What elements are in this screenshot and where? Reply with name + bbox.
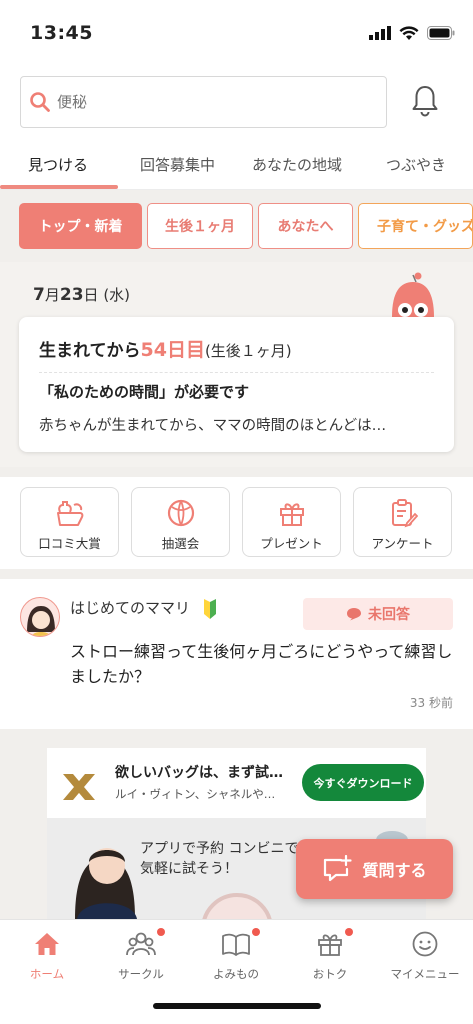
- search-bar[interactable]: [20, 76, 387, 128]
- survey-button[interactable]: アンケート: [353, 487, 452, 557]
- gift-icon: [279, 503, 304, 526]
- bottle-icon: [56, 501, 83, 526]
- chip-top-new[interactable]: トップ・新着: [19, 203, 142, 249]
- chip-seigo-1kagetsu[interactable]: 生後１ヶ月: [147, 203, 253, 249]
- chip-anata-he[interactable]: あなたへ: [258, 203, 353, 249]
- battery-icon: [427, 26, 455, 40]
- lottery-button[interactable]: 抽選会: [131, 487, 230, 557]
- chip-kosodate-goods[interactable]: 子育て・グッズ: [358, 203, 473, 249]
- status-bar: 13:45: [0, 0, 473, 62]
- date-section: 7月23日 (水) 生まれてから54日目(生後１ヶ月) 「私のための時間」が必要…: [0, 262, 473, 467]
- today-date: 7月23日 (水): [33, 285, 131, 305]
- circle-icon: [126, 932, 156, 956]
- mascot-icon: [392, 272, 434, 317]
- tab-mitsukeru[interactable]: 見つける: [28, 154, 88, 175]
- gift-icon: [318, 934, 342, 956]
- wifi-icon: [399, 26, 419, 40]
- present-button[interactable]: プレゼント: [242, 487, 341, 557]
- avatar: [20, 597, 60, 637]
- nav-circle[interactable]: サークル: [94, 928, 188, 988]
- question-username: はじめてのママリ: [70, 599, 191, 617]
- tab-kaito-boshu[interactable]: 回答募集中: [140, 154, 215, 175]
- tab-bar: 見つける 回答募集中 あなたの地域 つぶやき: [0, 154, 473, 190]
- nav-my-menu[interactable]: マイメニュー: [378, 928, 472, 988]
- question-item[interactable]: はじめてのママリ 未回答 ストロー練習って生後何ヶ月ごろにどうやって練習しました…: [0, 579, 473, 729]
- feature-buttons: 口コミ大賞 抽選会 プレゼント アンケート: [0, 477, 473, 569]
- survey-icon: [391, 499, 418, 528]
- ad-copy-line1: アプリで予約 コンビニで: [140, 841, 299, 857]
- question-text: ストロー練習って生後何ヶ月ごろにどうやって練習しましたか？: [70, 642, 453, 686]
- nav-home[interactable]: ホーム: [0, 928, 94, 988]
- ask-question-button[interactable]: 質問する: [296, 839, 453, 899]
- ad-copy-line2: 気軽に試そう！: [140, 861, 238, 877]
- nav-yomimono[interactable]: よみもの: [189, 928, 283, 988]
- question-timestamp: 33 秒前: [409, 696, 453, 710]
- ad-download-button[interactable]: 今すぐダウンロード: [302, 764, 424, 801]
- ad-logo: [63, 774, 95, 800]
- beginner-mark-icon: [204, 599, 216, 619]
- nav-otoku[interactable]: おトク: [283, 928, 377, 988]
- search-input[interactable]: [57, 77, 377, 127]
- notification-dot: [252, 928, 260, 936]
- category-chips: トップ・新着 生後１ヶ月 あなたへ 子育て・グッズ: [0, 190, 473, 262]
- ad-subtitle: ルイ・ヴィトン、シャネルや…: [115, 787, 276, 801]
- tab-anata-no-chiiki[interactable]: あなたの地域: [252, 154, 342, 175]
- tab-tsubuyaki[interactable]: つぶやき: [386, 154, 446, 175]
- lottery-icon: [167, 499, 194, 527]
- book-icon: [222, 933, 250, 956]
- home-icon: [35, 933, 59, 955]
- article-headline: 「私のための時間」が必要です: [39, 383, 250, 401]
- notification-dot: [345, 928, 353, 936]
- signal-icon: [369, 26, 391, 40]
- status-time: 13:45: [30, 22, 93, 44]
- unanswered-badge: 未回答: [303, 598, 453, 630]
- question-plus-icon: [324, 855, 353, 882]
- home-indicator: [153, 1003, 321, 1009]
- search-icon: [30, 92, 50, 112]
- article-excerpt: 赤ちゃんが生まれてから、ママの時間のほとんどは…: [39, 418, 387, 434]
- baby-age-card[interactable]: 生まれてから54日目(生後１ヶ月) 「私のための時間」が必要です 赤ちゃんが生ま…: [19, 317, 454, 452]
- smiley-icon: [412, 931, 438, 957]
- kuchikomi-award-button[interactable]: 口コミ大賞: [20, 487, 119, 557]
- baby-age-title: 生まれてから54日目(生後１ヶ月): [39, 339, 292, 361]
- header: 見つける 回答募集中 あなたの地域 つぶやき: [0, 62, 473, 190]
- bell-icon[interactable]: [410, 84, 440, 118]
- ad-title: 欲しいバッグは、まず試…: [115, 765, 283, 781]
- notification-dot: [157, 928, 165, 936]
- chat-bubble-icon: [347, 608, 361, 621]
